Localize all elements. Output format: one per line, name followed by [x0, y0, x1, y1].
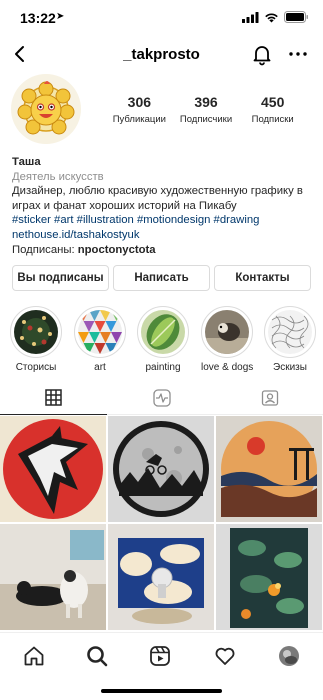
highlight-label: Эскизы — [273, 362, 307, 373]
wifi-icon — [265, 12, 278, 22]
highlight-sketches[interactable]: Эскизы — [264, 306, 316, 373]
profile-header: _takprosto — [0, 36, 323, 74]
grid-post[interactable] — [108, 524, 214, 630]
nav-profile[interactable] — [277, 644, 301, 668]
nav-reels[interactable] — [148, 644, 172, 668]
nav-search[interactable] — [85, 644, 109, 668]
battery-icon — [284, 11, 308, 23]
status-bar: 13:22 ➤ — [0, 0, 323, 36]
followed-by-user: npoctonyctota — [77, 243, 156, 256]
tab-tagged[interactable] — [216, 381, 323, 415]
profile-avatar[interactable] — [11, 74, 81, 144]
highlight-thumbnail — [141, 310, 185, 354]
profile-stats: 306 Публикации 396 Подписчики 450 Подпис… — [106, 94, 306, 125]
nav-home[interactable] — [22, 644, 46, 668]
profile-avatar-icon — [279, 646, 299, 666]
bio-line-2: играх и фанат хороших историй на Пикабу — [12, 199, 237, 212]
status-time: 13:22 — [20, 10, 56, 26]
bell-icon — [253, 46, 271, 66]
tab-reels[interactable] — [108, 381, 215, 415]
message-button[interactable]: Написать — [113, 265, 210, 291]
profile-name: Таша — [12, 156, 41, 168]
following-button[interactable]: Вы подписаны — [12, 265, 109, 291]
notifications-button[interactable] — [250, 42, 274, 66]
story-highlights: Сторисы art painting love & dogs Эскизы — [0, 306, 323, 373]
bio-line-1: Дизайнер, люблю красивую художественную … — [12, 185, 303, 198]
bio-hashtags[interactable]: #sticker #art #illustration #motiondesig… — [12, 213, 317, 228]
home-icon — [24, 646, 44, 666]
highlight-thumbnail — [14, 310, 58, 354]
post-image-lilies — [216, 524, 322, 630]
profile-actions: Вы подписаны Написать Контакты — [12, 265, 311, 291]
highlight-thumbnail — [205, 310, 249, 354]
post-image-wolf — [0, 416, 106, 522]
location-arrow-icon: ➤ — [56, 11, 65, 22]
posts-count: 306 — [127, 94, 152, 110]
highlight-painting[interactable]: painting — [137, 306, 189, 373]
posts-grid — [0, 416, 323, 632]
tab-posts[interactable] — [0, 381, 107, 415]
highlight-thumbnail — [78, 310, 122, 354]
highlight-art[interactable]: art — [74, 306, 126, 373]
following-stat[interactable]: 450 Подписки — [239, 94, 306, 125]
post-image-moon — [108, 416, 214, 522]
profile-tabs — [0, 381, 323, 415]
highlight-label: love & dogs — [201, 362, 254, 373]
post-image-clouds — [108, 524, 214, 630]
search-icon — [87, 646, 108, 667]
posts-label: Публикации — [112, 114, 166, 125]
grid-post[interactable] — [216, 416, 322, 522]
highlight-label: art — [94, 362, 106, 373]
profile-category: Деятель искусств — [12, 170, 104, 183]
highlight-stories[interactable]: Сторисы — [10, 306, 62, 373]
bio-link[interactable]: nethouse.id/tashakostyuk — [12, 228, 317, 243]
more-options-button[interactable] — [286, 42, 310, 66]
highlight-love-dogs[interactable]: love & dogs — [201, 306, 253, 373]
home-indicator[interactable] — [101, 689, 222, 693]
highlight-label: painting — [145, 362, 181, 373]
avatar-image — [11, 74, 81, 144]
profile-bio: Таша Деятель искусств Дизайнер, люблю кр… — [12, 155, 317, 257]
reels-tab-icon — [152, 389, 171, 407]
following-count: 450 — [261, 94, 285, 110]
highlight-label: Сторисы — [15, 362, 57, 373]
followers-label: Подписчики — [179, 114, 233, 125]
contacts-button[interactable]: Контакты — [214, 265, 311, 291]
grid-post[interactable] — [108, 416, 214, 522]
bottom-navigation — [0, 632, 323, 678]
heart-icon — [215, 647, 235, 665]
following-label: Подписки — [251, 114, 294, 125]
followers-count: 396 — [194, 94, 218, 110]
more-icon — [289, 52, 307, 56]
grid-post[interactable] — [216, 524, 322, 630]
followers-stat[interactable]: 396 Подписчики — [173, 94, 240, 125]
tagged-icon — [261, 390, 278, 406]
posts-stat[interactable]: 306 Публикации — [106, 94, 173, 125]
post-image-dogs — [0, 524, 106, 630]
post-image-sunset — [216, 416, 322, 522]
nav-activity[interactable] — [213, 644, 237, 668]
grid-icon — [45, 389, 62, 406]
username-title: _takprosto — [123, 46, 200, 63]
signal-icon — [242, 11, 259, 23]
followed-by[interactable]: Подписаны: npoctonyctota — [12, 243, 317, 258]
followed-by-prefix: Подписаны: — [12, 243, 78, 256]
highlight-thumbnail — [268, 310, 312, 354]
grid-post[interactable] — [0, 416, 106, 522]
grid-post[interactable] — [0, 524, 106, 630]
reels-icon — [150, 646, 170, 666]
